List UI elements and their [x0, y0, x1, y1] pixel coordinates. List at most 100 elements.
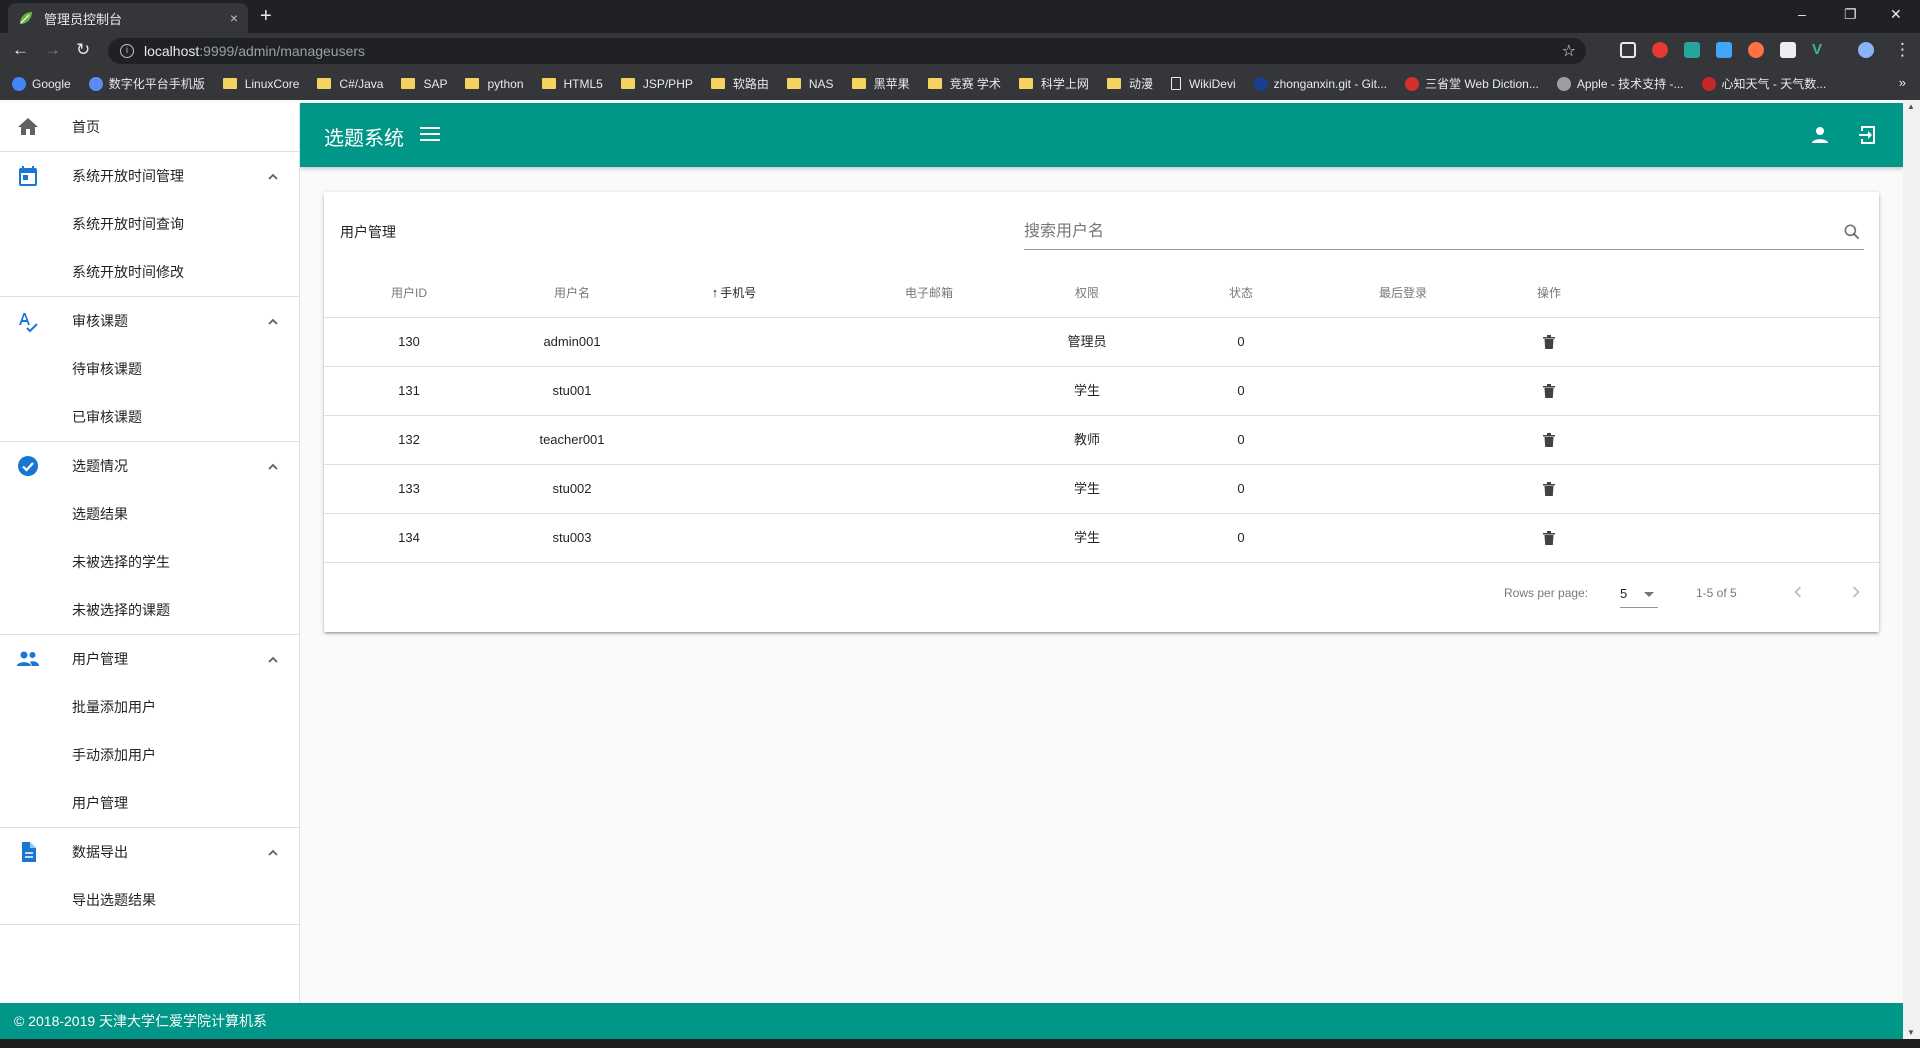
chevron-up-icon[interactable] [266, 652, 280, 666]
sidebar-group[interactable]: 数据导出 [0, 828, 300, 876]
column-header[interactable]: 最后登录 [1379, 268, 1427, 318]
sidebar-item[interactable]: 未被选择的学生 [0, 538, 300, 586]
scroll-up-icon[interactable]: ▲ [1907, 102, 1915, 111]
sidebar-group[interactable]: 审核课题 [0, 297, 300, 345]
prev-page-icon[interactable] [1788, 582, 1808, 602]
forward-icon[interactable]: → [44, 40, 61, 60]
cell-status: 0 [1237, 481, 1245, 496]
bookmark-item[interactable]: python [465, 77, 524, 91]
bookmark-item[interactable]: 科学上网 [1018, 75, 1089, 92]
bookmark-item[interactable]: 三省堂 Web Diction... [1405, 75, 1539, 92]
tab-close-icon[interactable]: × [230, 10, 238, 26]
browser-tab[interactable]: 管理员控制台 × [8, 3, 248, 33]
reload-icon[interactable]: ↻ [76, 40, 90, 60]
back-icon[interactable]: ← [12, 40, 29, 60]
sidebar-item-label: 用户管理 [72, 795, 128, 811]
column-header[interactable]: 用户ID [391, 268, 427, 318]
chevron-up-icon[interactable] [266, 459, 280, 473]
bookmark-item[interactable]: 数字化平台手机版 [88, 75, 205, 92]
search-field[interactable] [1024, 216, 1864, 250]
sidebar-item-label: 已审核课题 [72, 409, 142, 425]
column-header[interactable]: 电子邮箱 [905, 268, 953, 318]
bookmark-item[interactable]: WikiDevi [1170, 77, 1236, 91]
bookmark-item[interactable]: 软路由 [710, 75, 769, 92]
profile-avatar-icon[interactable] [1858, 42, 1874, 58]
bookmark-item[interactable]: JSP/PHP [620, 77, 693, 91]
sidebar-item-label: 选题结果 [72, 506, 128, 522]
sidebar-item[interactable]: 手动添加用户 [0, 731, 300, 779]
bookmark-star-icon[interactable]: ☆ [1562, 41, 1576, 61]
sidebar-item-label: 用户管理 [72, 651, 128, 667]
bookmark-item[interactable]: C#/Java [317, 77, 383, 91]
bookmark-item[interactable]: HTML5 [541, 77, 603, 91]
folder-icon [620, 78, 635, 89]
vue-devtools-icon[interactable]: V [1812, 42, 1828, 58]
bookmark-item[interactable]: 黑苹果 [851, 75, 910, 92]
folder-icon [541, 78, 556, 89]
new-tab-button[interactable]: + [260, 5, 272, 28]
chevron-up-icon[interactable] [266, 169, 280, 183]
sidebar-group[interactable]: 系统开放时间管理 [0, 152, 300, 200]
extension-icon[interactable] [1748, 42, 1764, 58]
browser-menu-icon[interactable]: ⋮ [1894, 40, 1911, 60]
bookmark-item[interactable]: 动漫 [1106, 75, 1153, 92]
extension-icon[interactable] [1652, 42, 1668, 58]
next-page-icon[interactable] [1846, 582, 1866, 602]
sidebar-item-label: 待审核课题 [72, 361, 142, 377]
bookmark-item[interactable]: SAP [401, 77, 447, 91]
account-icon[interactable] [1808, 123, 1832, 147]
logout-icon[interactable] [1856, 123, 1880, 147]
bookmark-item[interactable]: NAS [786, 77, 834, 91]
bookmark-item[interactable]: Apple - 技术支持 -... [1556, 75, 1684, 92]
restore-icon[interactable]: ❐ [1844, 6, 1857, 23]
bookmark-item[interactable]: LinuxCore [222, 77, 299, 91]
extension-icon[interactable] [1716, 42, 1732, 58]
address-bar[interactable]: i localhost:9999/admin/manageusers ☆ [108, 38, 1586, 64]
chevron-up-icon[interactable] [266, 314, 280, 328]
sidebar-item-label: 首页 [72, 119, 100, 135]
vertical-scrollbar[interactable]: ▲ ▼ [1903, 100, 1920, 1039]
chevron-up-icon[interactable] [266, 845, 280, 859]
window-close-icon[interactable]: ✕ [1890, 6, 1902, 23]
column-header[interactable]: 用户名 [554, 268, 590, 318]
delete-icon[interactable] [1542, 530, 1556, 546]
extension-icon[interactable] [1620, 42, 1636, 58]
menu-icon[interactable] [420, 123, 440, 147]
column-header[interactable]: 权限 [1075, 268, 1099, 318]
sidebar-group[interactable]: 用户管理 [0, 635, 300, 683]
sidebar-item[interactable]: 导出选题结果 [0, 876, 300, 924]
folder-icon [317, 78, 332, 89]
scroll-down-icon[interactable]: ▼ [1907, 1028, 1915, 1037]
column-header[interactable]: 状态 [1229, 268, 1253, 318]
sidebar-item[interactable]: 待审核课题 [0, 345, 300, 393]
sidebar-item[interactable]: 选题结果 [0, 490, 300, 538]
sidebar-item[interactable]: 批量添加用户 [0, 683, 300, 731]
taskbar [0, 1039, 1920, 1048]
sidebar-item[interactable]: 系统开放时间查询 [0, 200, 300, 248]
bookmark-item[interactable]: Google [12, 76, 71, 91]
delete-icon[interactable] [1542, 432, 1556, 448]
sidebar-item[interactable]: 未被选择的课题 [0, 586, 300, 634]
search-icon[interactable] [1842, 222, 1862, 242]
delete-icon[interactable] [1542, 334, 1556, 350]
bookmark-item[interactable]: 竞赛 学术 [927, 75, 1001, 92]
sidebar-item[interactable]: 首页 [0, 103, 300, 151]
sidebar-item[interactable]: 已审核课题 [0, 393, 300, 441]
bookmark-item[interactable]: 心知天气 - 天气数... [1701, 75, 1826, 92]
column-header-label: 用户名 [553, 286, 591, 300]
bookmark-item[interactable]: zhonganxin.git - Git... [1253, 76, 1387, 91]
minimize-icon[interactable]: – [1798, 6, 1806, 22]
extension-icon[interactable] [1684, 42, 1700, 58]
search-input[interactable] [1024, 216, 1814, 248]
sidebar-group[interactable]: 选题情况 [0, 442, 300, 490]
delete-icon[interactable] [1542, 481, 1556, 497]
sidebar-item[interactable]: 用户管理 [0, 779, 300, 827]
delete-icon[interactable] [1542, 383, 1556, 399]
extension-icon[interactable] [1780, 42, 1796, 58]
column-header[interactable]: ↑ 手机号 [712, 268, 757, 318]
rows-per-page-select[interactable]: 5 [1620, 580, 1658, 608]
site-info-icon[interactable]: i [120, 44, 134, 58]
sidebar-item[interactable]: 系统开放时间修改 [0, 248, 300, 296]
app-title: 选题系统 [324, 128, 404, 150]
bookmarks-more-icon[interactable]: » [1899, 75, 1906, 90]
